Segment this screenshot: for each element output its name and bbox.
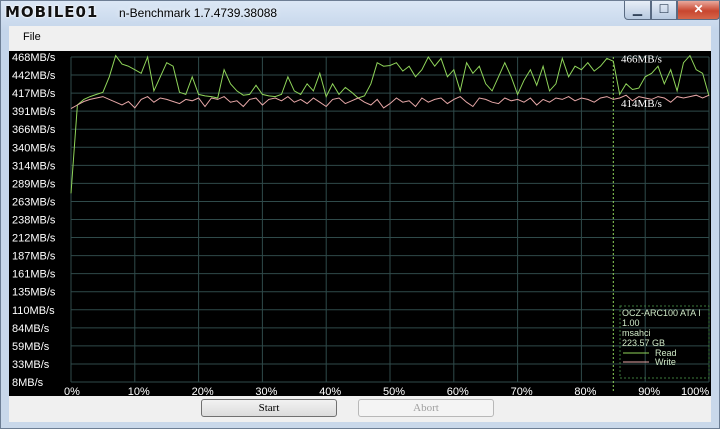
y-tick-label: 135MB/s: [12, 287, 56, 299]
app-window: MOBILE01 n-Benchmark 1.7.4739.38088 ▁ ☐ …: [0, 0, 720, 429]
y-tick-label: 442MB/s: [12, 70, 56, 82]
x-tick-label: 60%: [447, 386, 469, 396]
watermark-logo: MOBILE01: [5, 3, 99, 21]
benchmark-chart: 468MB/s 442MB/s 417MB/s 391MB/s 366MB/s 340MB…: [9, 51, 711, 416]
maximize-button[interactable]: ☐: [651, 1, 677, 20]
abort-button[interactable]: Abort: [358, 399, 494, 417]
y-tick-label: 84MB/s: [12, 323, 50, 335]
maximize-icon: ☐: [658, 2, 670, 16]
y-tick-label: 161MB/s: [12, 269, 56, 281]
y-tick-label: 33MB/s: [12, 359, 50, 371]
minimize-button[interactable]: ▁: [624, 1, 651, 20]
device-driver: msahci: [622, 328, 651, 338]
x-tick-label: 10%: [128, 386, 150, 396]
start-button[interactable]: Start: [201, 399, 337, 417]
legend-write-label: Write: [655, 357, 676, 367]
y-tick-label: 314MB/s: [12, 160, 56, 172]
y-tick-label: 187MB/s: [12, 251, 56, 263]
y-tick-label: 263MB/s: [12, 196, 56, 208]
y-tick-label: 110MB/s: [12, 305, 55, 317]
y-tick-label: 212MB/s: [12, 233, 56, 245]
device-firmware: 1.00: [622, 318, 640, 328]
y-tick-label: 238MB/s: [12, 215, 56, 227]
y-tick-label: 340MB/s: [12, 142, 56, 154]
close-icon: ✕: [693, 2, 704, 16]
y-tick-label: 366MB/s: [12, 124, 56, 136]
menu-bar: File: [9, 26, 711, 48]
x-tick-label: 80%: [574, 386, 596, 396]
x-tick-label: 50%: [383, 386, 405, 396]
x-tick-label: 30%: [255, 386, 277, 396]
y-tick-label: 417MB/s: [12, 88, 56, 100]
y-tick-label: 391MB/s: [12, 106, 56, 118]
y-tick-label: 468MB/s: [12, 52, 56, 64]
x-tick-label: 40%: [319, 386, 341, 396]
x-tick-label: 70%: [511, 386, 533, 396]
close-button[interactable]: ✕: [677, 1, 720, 20]
chart-canvas: 468MB/s 442MB/s 417MB/s 391MB/s 366MB/s 340MB…: [9, 51, 711, 396]
series-readout-read: 466MB/s: [621, 53, 662, 65]
y-tick-label: 289MB/s: [12, 178, 56, 190]
y-tick-label: 59MB/s: [12, 341, 50, 353]
x-tick-label: 0%: [64, 386, 80, 396]
x-tick-label: 100%: [681, 386, 709, 396]
y-tick-label: 8MB/s: [12, 377, 44, 389]
device-model: OCZ-ARC100 ATA I: [622, 308, 701, 318]
series-readout-write: 414MB/s: [621, 98, 662, 110]
x-tick-label: 20%: [192, 386, 214, 396]
x-tick-label: 90%: [638, 386, 660, 396]
device-capacity: 223.57 GB: [622, 338, 665, 348]
title-bar[interactable]: MOBILE01 n-Benchmark 1.7.4739.38088 ▁ ☐ …: [1, 1, 720, 25]
client-area: File 468MB/s 442MB/s 417MB/s 391MB/s 366MB/s…: [9, 26, 711, 422]
menu-item-file[interactable]: File: [23, 31, 41, 43]
minimize-icon: ▁: [632, 2, 643, 16]
chart-background: [9, 51, 711, 396]
window-title: n-Benchmark 1.7.4739.38088: [119, 6, 278, 20]
